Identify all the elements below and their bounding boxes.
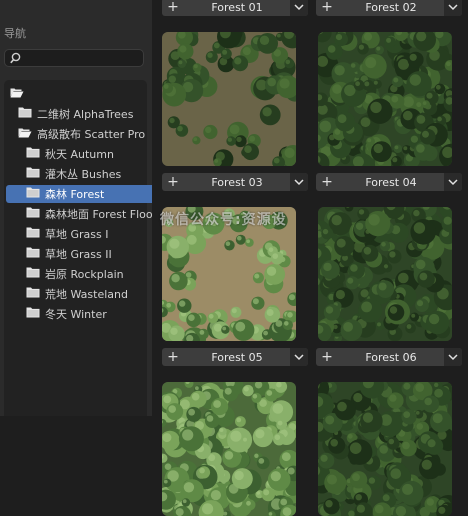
folder-icon: [26, 167, 40, 181]
folder-open-icon: [18, 127, 32, 141]
watermark-text: 微信公众号:资源设: [160, 209, 287, 229]
asset-name-bar: +Forest 06: [316, 348, 462, 366]
asset-thumbnail[interactable]: [318, 207, 452, 341]
asset-name: Forest 06: [338, 351, 444, 364]
asset-name: Forest 05: [184, 351, 290, 364]
tree-item-label: 荒地 Wasteland: [45, 286, 128, 302]
plus-icon[interactable]: +: [162, 174, 184, 190]
chevron-down-icon[interactable]: [290, 173, 308, 191]
chevron-down-icon[interactable]: [444, 348, 462, 366]
search-field[interactable]: [4, 49, 144, 67]
tree-item[interactable]: [6, 85, 148, 103]
tree-item-label: 岩原 Rockplain: [45, 266, 124, 282]
plus-icon[interactable]: +: [316, 349, 338, 365]
tree-item[interactable]: 草地 Grass I: [6, 225, 164, 243]
plus-icon[interactable]: +: [316, 174, 338, 190]
search-input[interactable]: [25, 51, 139, 65]
plus-icon[interactable]: +: [162, 0, 184, 15]
tree-item-label: 草地 Grass II: [45, 246, 112, 262]
chevron-down-icon[interactable]: [444, 0, 462, 16]
tree-item-label: 森林地面 Forest Floor: [45, 206, 157, 222]
folder-icon: [26, 307, 40, 321]
tree-item[interactable]: 灌木丛 Bushes: [6, 165, 164, 183]
folder-tree: 二维树 AlphaTrees 高级散布 Scatter Pro 秋天 Autumn 灌…: [4, 80, 147, 416]
folder-icon: [26, 247, 40, 261]
folder-icon: [26, 267, 40, 281]
folder-icon: [26, 147, 40, 161]
tree-item-label: 森林 Forest: [45, 186, 104, 202]
tree-item[interactable]: 高级散布 Scatter Pro: [6, 125, 156, 143]
asset-thumbnail[interactable]: [162, 382, 296, 516]
chevron-down-icon[interactable]: [290, 0, 308, 16]
asset-name-bar: +Forest 04: [316, 173, 462, 191]
asset-name-bar: +Forest 01: [162, 0, 308, 16]
folder-icon: [26, 207, 40, 221]
chevron-down-icon[interactable]: [290, 348, 308, 366]
asset-thumbnail[interactable]: [318, 382, 452, 516]
folder-icon: [26, 287, 40, 301]
asset-name: Forest 03: [184, 176, 290, 189]
tree-item[interactable]: 秋天 Autumn: [6, 145, 164, 163]
search-icon: [10, 52, 21, 67]
tree-item[interactable]: 草地 Grass II: [6, 245, 164, 263]
asset-name: Forest 02: [338, 1, 444, 14]
tree-item-label: 二维树 AlphaTrees: [37, 106, 133, 122]
navigation-panel: 导航 二维树 AlphaTrees 高级散布 Scatter Pro 秋天 Autu…: [0, 0, 152, 416]
tree-item-label: 冬天 Winter: [45, 306, 107, 322]
plus-icon[interactable]: +: [162, 349, 184, 365]
folder-icon: [26, 187, 40, 201]
folder-icon: [18, 107, 32, 121]
tree-item[interactable]: 冬天 Winter: [6, 305, 164, 323]
plus-icon[interactable]: +: [316, 0, 338, 15]
tree-item[interactable]: 森林地面 Forest Floor: [6, 205, 164, 223]
asset-thumbnail[interactable]: [318, 32, 452, 166]
tree-item[interactable]: 荒地 Wasteland: [6, 285, 164, 303]
folder-open-icon: [10, 87, 24, 101]
tree-item[interactable]: 二维树 AlphaTrees: [6, 105, 156, 123]
tree-item-label: 草地 Grass I: [45, 226, 109, 242]
tree-item-label: 秋天 Autumn: [45, 146, 114, 162]
tree-item-selected[interactable]: 森林 Forest: [6, 185, 164, 203]
tree-item[interactable]: 岩原 Rockplain: [6, 265, 164, 283]
asset-name: Forest 01: [184, 1, 290, 14]
navigation-title: 导航: [4, 25, 26, 41]
asset-name-bar: +Forest 03: [162, 173, 308, 191]
asset-name-bar: +Forest 02: [316, 0, 462, 16]
asset-grid: +Forest 01+Forest 02+Forest 03+Forest 04…: [152, 0, 468, 416]
asset-thumbnail[interactable]: [162, 32, 296, 166]
chevron-down-icon[interactable]: [444, 173, 462, 191]
tree-item-label: 高级散布 Scatter Pro: [37, 126, 145, 142]
folder-icon: [26, 227, 40, 241]
tree-item-label: 灌木丛 Bushes: [45, 166, 121, 182]
asset-name-bar: +Forest 05: [162, 348, 308, 366]
asset-name: Forest 04: [338, 176, 444, 189]
